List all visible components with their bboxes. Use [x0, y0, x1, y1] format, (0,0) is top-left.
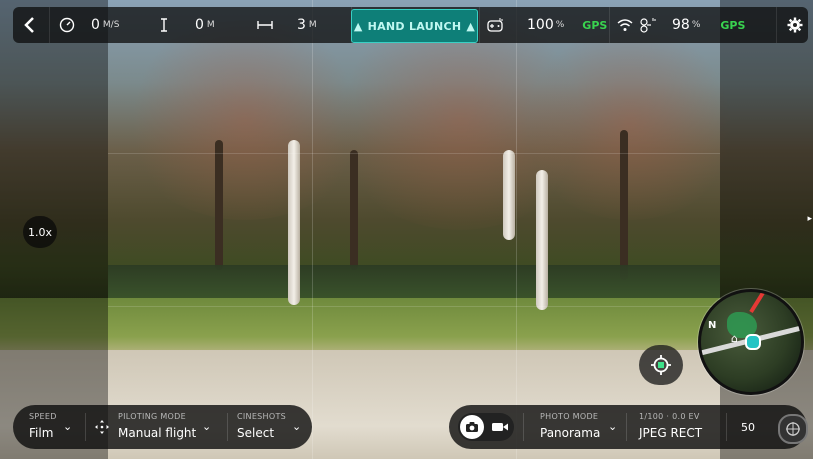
back-button[interactable] [23, 7, 37, 43]
hand-launch-button[interactable]: ▲ HAND LAUNCH ▲ [351, 9, 478, 43]
photo-mode-selector[interactable]: PHOTO MODE Panorama ⌄ [527, 405, 625, 449]
video-mode-button[interactable] [490, 417, 510, 437]
piloting-mode-selector[interactable]: PILOTING MODE Manual flight ⌄ [89, 405, 224, 449]
tree-canopy [520, 30, 740, 220]
controller-gps: GPS [582, 18, 608, 32]
distance-value: 3 [297, 17, 306, 33]
zoom-button[interactable]: 1.0x [23, 216, 57, 248]
distance-readout: 3 M [257, 7, 317, 43]
grid-line [108, 153, 720, 154]
grid-line [312, 0, 313, 459]
chevron-down-icon: ⌄ [292, 420, 302, 433]
chevron-down-icon: ⌄ [63, 420, 73, 433]
gear-icon [787, 17, 803, 33]
north-indicator: N [708, 320, 717, 331]
settings-button[interactable] [787, 7, 803, 43]
tree-trunk [215, 140, 223, 270]
distance-unit: M [308, 20, 317, 30]
birch-trunk [288, 140, 300, 305]
gamepad-icon [487, 18, 503, 32]
speed-mode-selector[interactable]: SPEED Film ⌄ [13, 405, 81, 449]
iso-value[interactable]: 50 [741, 421, 755, 434]
wifi-icon [617, 18, 633, 31]
altitude-readout: 0 M [159, 7, 215, 43]
flight-controls-bar: SPEED Film ⌄ PILOTING MODE Manual flight… [13, 405, 312, 449]
camera-icon [466, 422, 478, 432]
arrow-up-icon: ▲ [466, 19, 476, 33]
speedometer-icon [59, 17, 75, 33]
photo-mode-button[interactable] [460, 415, 484, 439]
tree-trunk [350, 150, 358, 270]
point-of-interest-button[interactable] [639, 345, 683, 385]
chevron-left-icon [24, 17, 34, 33]
exposure-settings[interactable]: 1/100 · 0.0 EV JPEG RECT [630, 405, 722, 449]
altitude-value: 0 [195, 17, 204, 33]
controller-battery: 100 [527, 17, 554, 33]
home-icon: ⌂ [731, 332, 738, 345]
hand-launch-label: HAND LAUNCH [367, 19, 462, 33]
controller-status: 100 % GPS [487, 7, 607, 43]
minimap[interactable]: ⌂ N [698, 289, 804, 395]
cineshots-selector[interactable]: CINESHOTS Select ⌄ [231, 405, 311, 449]
crosshair-icon [651, 355, 671, 375]
arrow-up-icon: ▲ [353, 19, 363, 33]
distance-icon [257, 21, 273, 29]
chevron-down-icon: ⌄ [202, 420, 212, 433]
drone-icon [640, 18, 656, 33]
speed-value: 0 [91, 17, 100, 33]
chevron-right-icon[interactable]: ▸ [807, 214, 812, 224]
grid-line [516, 0, 517, 459]
altitude-icon [161, 18, 167, 32]
move-icon [95, 420, 109, 434]
drone-status: 98 % GPS [617, 7, 745, 43]
speed-readout: 0 M/S [59, 7, 119, 43]
camera-feed [0, 0, 813, 459]
video-camera-icon [492, 423, 508, 431]
drone-battery: 98 [672, 17, 690, 33]
chevron-down-icon: ⌄ [608, 420, 618, 433]
target-icon [786, 422, 800, 436]
grid-line [108, 306, 720, 307]
gimbal-button[interactable] [778, 414, 808, 444]
drone-position-icon [745, 334, 761, 350]
altitude-unit: M [206, 20, 215, 30]
birch-trunk [536, 170, 548, 310]
drone-gps: GPS [720, 18, 746, 32]
birch-trunk [503, 150, 515, 240]
speed-unit: M/S [102, 20, 120, 30]
capture-mode-toggle[interactable] [458, 413, 514, 441]
